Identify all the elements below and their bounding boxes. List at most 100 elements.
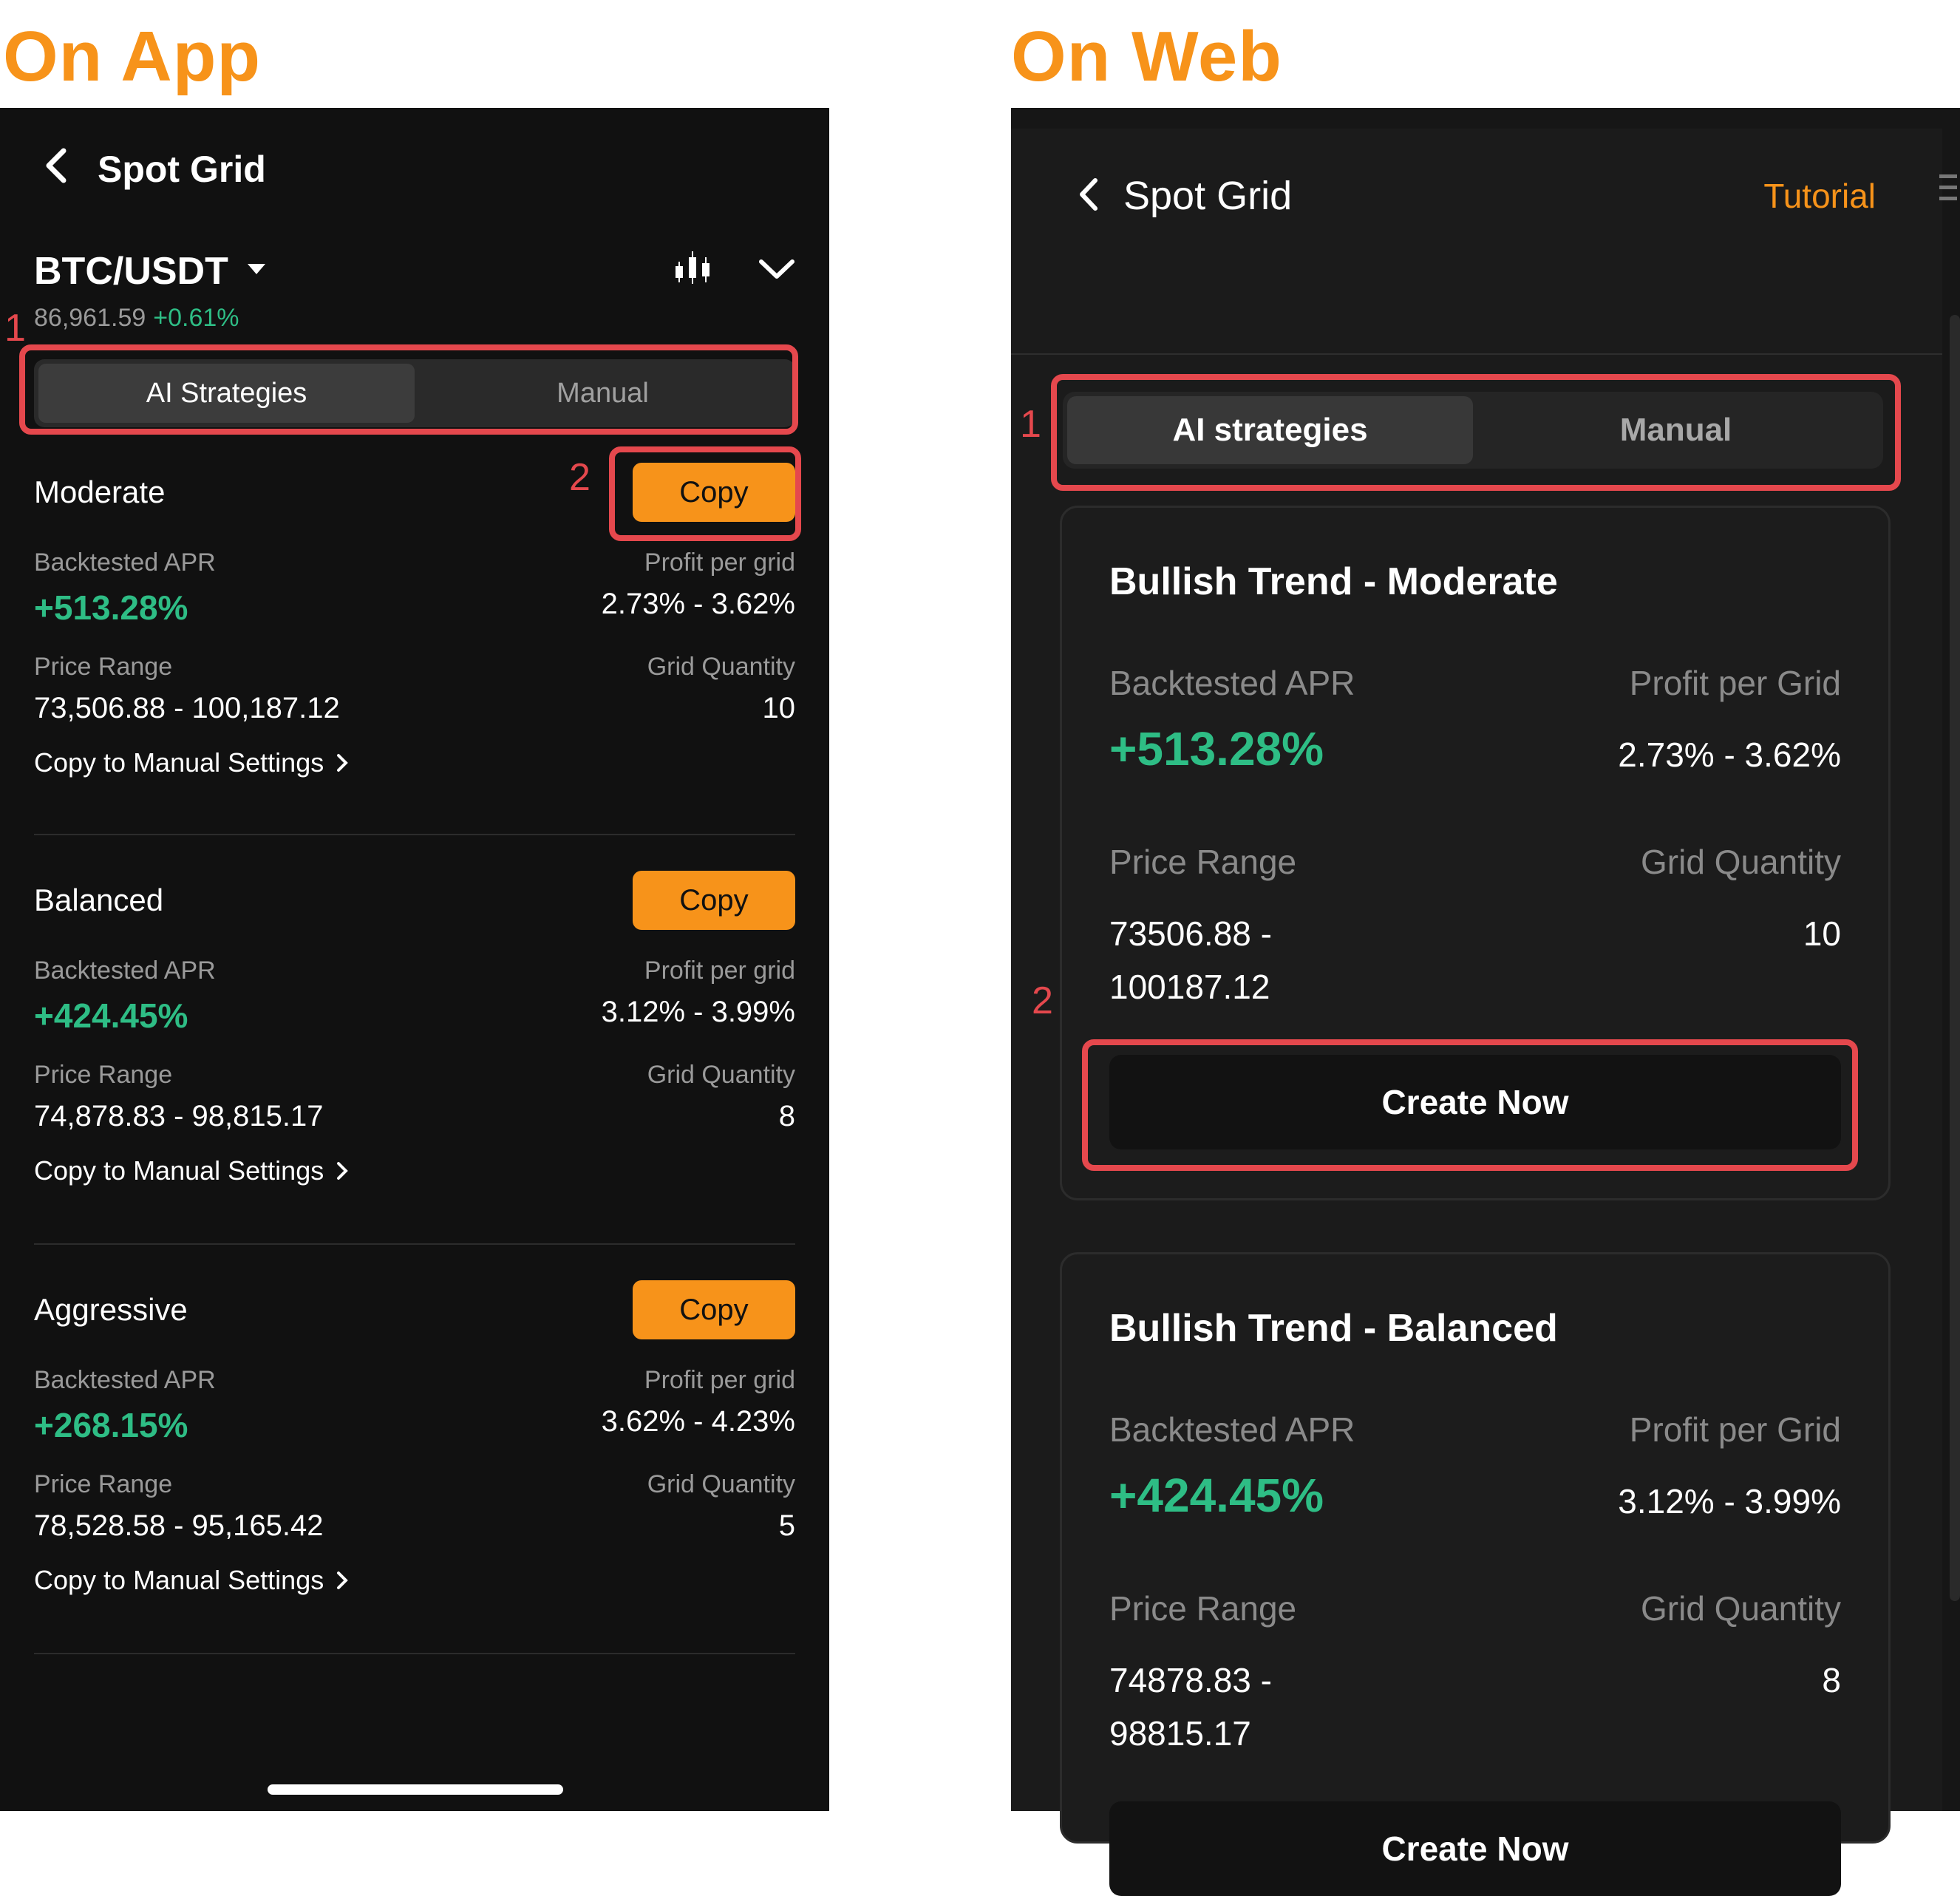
divider xyxy=(34,1243,795,1245)
tutorial-link[interactable]: Tutorial xyxy=(1763,176,1876,216)
price-range-label: Price Range xyxy=(1109,1589,1297,1628)
grid-quantity-value: 8 xyxy=(1822,1661,1841,1699)
strategy-aggressive: Aggressive Copy Backtested APR +268.15% P… xyxy=(34,1280,795,1596)
price-range-low: 74878.83 - xyxy=(1109,1661,1272,1699)
strategy-balanced: Balanced Copy Backtested APR +424.45% Pro… xyxy=(34,871,795,1186)
scrollbar[interactable] xyxy=(1950,315,1960,1601)
candlestick-chart-icon[interactable] xyxy=(673,248,714,293)
grid-quantity-label: Grid Quantity xyxy=(647,1061,795,1089)
pair-name: BTC/USDT xyxy=(34,249,228,293)
profit-per-grid-label: Profit per grid xyxy=(644,1366,795,1394)
tab-ai-strategies[interactable]: AI strategies xyxy=(1067,396,1473,464)
copy-to-manual-link[interactable]: Copy to Manual Settings xyxy=(34,747,795,778)
apr-label: Backtested APR xyxy=(34,957,216,985)
chevron-right-icon xyxy=(337,1162,349,1180)
copy-button[interactable]: Copy xyxy=(633,463,795,522)
page-title: Spot Grid xyxy=(1123,174,1293,218)
tab-ai-strategies[interactable]: AI Strategies xyxy=(38,364,415,423)
grid-quantity-value: 8 xyxy=(778,1100,795,1132)
profit-per-grid-label: Profit per grid xyxy=(644,957,795,985)
tab-manual[interactable]: Manual xyxy=(415,364,791,423)
divider xyxy=(1011,353,1942,355)
last-price: 86,961.59 xyxy=(34,304,146,332)
price-range-high: 98815.17 xyxy=(1109,1714,1251,1753)
create-now-button[interactable]: Create Now xyxy=(1109,1801,1841,1896)
card-title: Bullish Trend - Moderate xyxy=(1109,560,1558,603)
copy-button[interactable]: Copy xyxy=(633,1280,795,1339)
annotation-number-1: 1 xyxy=(1020,403,1041,446)
price-range-label: Price Range xyxy=(34,1470,173,1498)
strategy-moderate: Moderate Copy Backtested APR +513.28% Pro… xyxy=(34,463,795,778)
home-indicator[interactable] xyxy=(268,1784,563,1795)
app-screen: Spot Grid BTC/USDT 86,961.59 +0.61% 1 AI… xyxy=(0,108,829,1811)
drag-handle-icon[interactable] xyxy=(1939,174,1957,208)
chevron-down-icon[interactable] xyxy=(758,257,795,285)
price-range-high: 100187.12 xyxy=(1109,968,1270,1006)
copy-button[interactable]: Copy xyxy=(633,871,795,930)
create-now-button[interactable]: Create Now xyxy=(1109,1055,1841,1149)
price-range-value: 74,878.83 - 98,815.17 xyxy=(34,1100,324,1132)
strategy-name: Moderate xyxy=(34,475,166,509)
back-icon[interactable] xyxy=(1076,176,1101,217)
grid-quantity-value: 5 xyxy=(778,1509,795,1542)
price-range-label: Price Range xyxy=(34,1061,173,1089)
copy-to-manual-link[interactable]: Copy to Manual Settings xyxy=(34,1565,795,1596)
apr-value: +424.45% xyxy=(1109,1469,1324,1522)
web-content: Spot Grid Tutorial 1 AI strategies Manua… xyxy=(1011,129,1942,1896)
annotation-number-2: 2 xyxy=(1032,979,1053,1022)
profit-per-grid-label: Profit per grid xyxy=(644,548,795,577)
copy-to-manual-label: Copy to Manual Settings xyxy=(34,1565,324,1595)
annotation-number-2: 2 xyxy=(569,456,591,499)
apr-value: +513.28% xyxy=(1109,722,1324,775)
profit-per-grid-value: 2.73% - 3.62% xyxy=(1618,735,1841,774)
price-range-label: Price Range xyxy=(34,653,173,681)
web-header: Spot Grid Tutorial xyxy=(1076,173,1876,219)
price-line: 86,961.59 +0.61% xyxy=(34,304,239,333)
card-title: Bullish Trend - Balanced xyxy=(1109,1307,1558,1350)
strategy-card-moderate: Bullish Trend - Moderate Backtested APR … xyxy=(1060,506,1891,1200)
grid-quantity-label: Grid Quantity xyxy=(647,1470,795,1498)
copy-to-manual-label: Copy to Manual Settings xyxy=(34,747,324,778)
strategy-name: Aggressive xyxy=(34,1292,188,1327)
apr-value: +424.45% xyxy=(34,996,188,1035)
chevron-right-icon xyxy=(337,1571,349,1589)
profit-per-grid-value: 3.62% - 4.23% xyxy=(601,1405,795,1438)
copy-to-manual-label: Copy to Manual Settings xyxy=(34,1155,324,1186)
back-icon[interactable] xyxy=(41,145,71,193)
profit-per-grid-label: Profit per Grid xyxy=(1629,664,1841,702)
grid-quantity-value: 10 xyxy=(1803,914,1841,953)
app-header: Spot Grid xyxy=(41,145,266,193)
pair-row: BTC/USDT xyxy=(34,248,795,293)
profit-per-grid-value: 2.73% - 3.62% xyxy=(601,588,795,620)
web-screen: Spot Grid Tutorial 1 AI strategies Manua… xyxy=(1011,108,1960,1896)
strategy-card-balanced: Bullish Trend - Balanced Backtested APR … xyxy=(1060,1252,1891,1896)
divider xyxy=(34,834,795,835)
apr-label: Backtested APR xyxy=(1109,1410,1355,1449)
page-title: Spot Grid xyxy=(98,148,266,190)
strategy-tabs: AI strategies Manual xyxy=(1063,392,1883,469)
price-range-low: 73506.88 - xyxy=(1109,914,1272,953)
price-range-value: 73506.88 - 100187.12 xyxy=(1109,907,1296,1013)
divider xyxy=(34,1653,795,1654)
caret-down-icon xyxy=(246,262,267,280)
apr-label: Backtested APR xyxy=(34,1366,216,1394)
grid-quantity-label: Grid Quantity xyxy=(1641,843,1841,881)
profit-per-grid-value: 3.12% - 3.99% xyxy=(601,996,795,1028)
tab-manual[interactable]: Manual xyxy=(1473,396,1879,464)
grid-quantity-label: Grid Quantity xyxy=(647,653,795,681)
strategy-tabs: AI Strategies Manual xyxy=(34,359,795,427)
annotation-number-1: 1 xyxy=(4,307,26,350)
grid-quantity-value: 10 xyxy=(762,692,796,724)
on-web-label: On Web xyxy=(1011,17,1282,96)
profit-per-grid-value: 3.12% - 3.99% xyxy=(1618,1482,1841,1520)
price-range-value: 78,528.58 - 95,165.42 xyxy=(34,1509,324,1542)
price-range-label: Price Range xyxy=(1109,843,1297,881)
price-range-value: 73,506.88 - 100,187.12 xyxy=(34,692,340,724)
on-app-label: On App xyxy=(3,17,262,96)
pair-selector[interactable]: BTC/USDT xyxy=(34,249,267,293)
copy-to-manual-link[interactable]: Copy to Manual Settings xyxy=(34,1155,795,1186)
chevron-right-icon xyxy=(337,754,349,772)
apr-label: Backtested APR xyxy=(1109,664,1355,702)
profit-per-grid-label: Profit per Grid xyxy=(1629,1410,1841,1449)
apr-label: Backtested APR xyxy=(34,548,216,577)
